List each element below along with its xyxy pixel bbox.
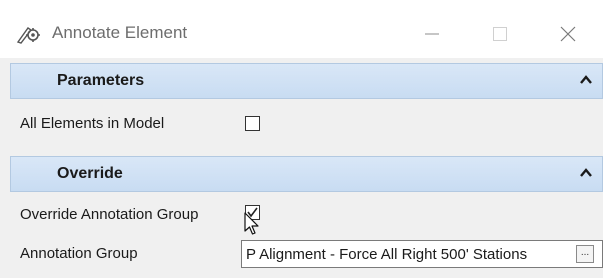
- parameters-section-title: Parameters: [57, 72, 145, 89]
- browse-button[interactable]: ...: [576, 245, 594, 263]
- override-annotation-group-label: Override Annotation Group: [20, 206, 199, 223]
- gear-pencil-icon: [16, 27, 40, 44]
- title-bar: Annotate Element: [0, 0, 603, 58]
- maximize-button[interactable]: [477, 14, 523, 54]
- annotation-group-value: P Alignment - Force All Right 500' Stati…: [246, 246, 528, 263]
- parameters-section-header[interactable]: Parameters: [10, 63, 603, 99]
- maximize-icon: [493, 27, 507, 41]
- chevron-up-icon[interactable]: [580, 168, 592, 178]
- minimize-icon: [425, 33, 439, 35]
- window-title: Annotate Element: [52, 23, 188, 42]
- close-button[interactable]: [545, 14, 591, 54]
- all-elements-label: All Elements in Model: [20, 115, 165, 132]
- annotation-group-label: Annotation Group: [20, 245, 138, 262]
- mouse-pointer-icon: [244, 212, 259, 235]
- minimize-button[interactable]: [409, 14, 455, 54]
- override-section-header[interactable]: Override: [10, 156, 603, 192]
- all-elements-checkbox[interactable]: [245, 116, 260, 131]
- chevron-up-icon[interactable]: [580, 75, 592, 85]
- override-section-title: Override: [57, 165, 123, 182]
- close-icon: [560, 26, 576, 42]
- annotation-group-field[interactable]: P Alignment - Force All Right 500' Stati…: [241, 240, 603, 268]
